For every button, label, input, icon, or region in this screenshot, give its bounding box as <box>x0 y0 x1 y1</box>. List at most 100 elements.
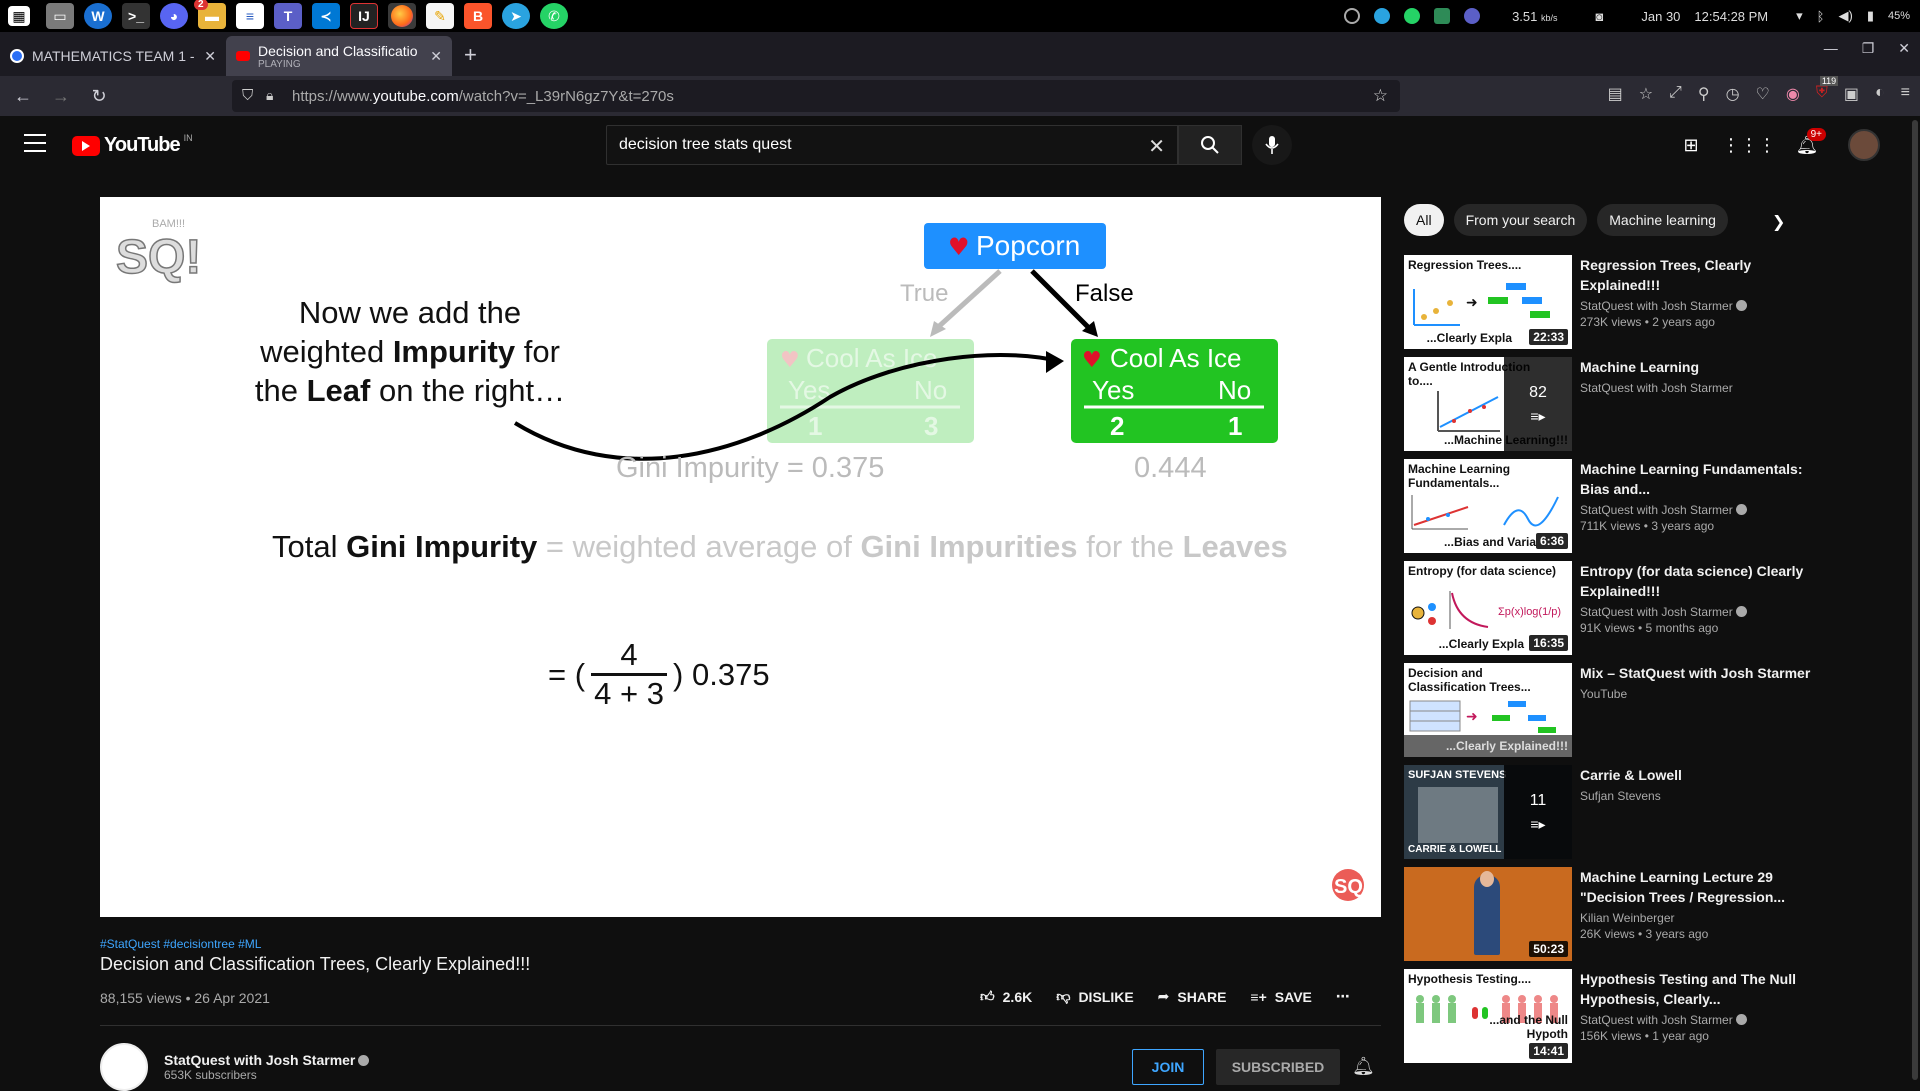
pocket-icon[interactable]: ♡ <box>1756 84 1770 104</box>
battery-icon[interactable]: ▮ <box>1867 8 1874 24</box>
rec-title[interactable]: Carrie & Lowell <box>1580 765 1824 785</box>
list-item[interactable]: Regression Trees.... ➜ ...Clearly Expla … <box>1404 255 1824 349</box>
video-thumbnail[interactable]: Entropy (for data science) Σp(x)log(1/p)… <box>1404 561 1572 655</box>
video-player[interactable]: SQ! BAM!!! Now we add the weighted Impur… <box>100 197 1381 917</box>
document-icon[interactable]: ≡ <box>236 3 264 29</box>
vscode-icon[interactable]: ≺ <box>312 3 340 29</box>
telegram-icon[interactable]: ➤ <box>502 3 530 29</box>
reload-icon[interactable]: ↻ <box>84 86 114 107</box>
url-bar[interactable]: ⛉ 🔒︎ https://www. youtube.com/watch?v=_L3… <box>232 80 1400 112</box>
intellij-icon[interactable]: IJ <box>350 3 378 29</box>
menu-icon[interactable]: ≡ <box>1901 84 1910 104</box>
file-manager-icon[interactable]: ▭ <box>46 3 74 29</box>
channel-bell-icon[interactable]: 🔔︎ <box>1352 1056 1375 1077</box>
playlist-thumbnail[interactable]: A Gentle Introduction to.... ...Machine … <box>1404 357 1572 451</box>
tab-mathematics[interactable]: MATHEMATICS TEAM 1 - ✕ <box>0 36 226 76</box>
firefox-icon[interactable] <box>388 3 416 29</box>
collections-icon[interactable]: ☆ <box>1639 84 1653 104</box>
youtube-logo[interactable]: YouTube IN <box>72 133 193 157</box>
video-thumbnail[interactable]: Hypothesis Testing.... ...and the Null H… <box>1404 969 1572 1063</box>
chip-from-your-search[interactable]: From your search <box>1453 204 1588 236</box>
notifications-bell-icon[interactable]: 🔔︎ 9+ <box>1790 128 1826 162</box>
mix-thumbnail[interactable]: Decision and Classification Trees... ➜ .… <box>1404 663 1572 757</box>
voice-search-button[interactable] <box>1252 125 1292 165</box>
shield-tray-icon[interactable] <box>1434 8 1451 24</box>
close-window-icon[interactable]: ✕ <box>1898 40 1910 57</box>
share-button[interactable]: ➦ SHARE <box>1158 988 1227 1005</box>
rec-title[interactable]: Regression Trees, Clearly Explained!!! <box>1580 255 1824 295</box>
apps-grid-icon[interactable]: ⋮⋮⋮ <box>1722 128 1776 162</box>
shield-icon[interactable]: ⛉ <box>242 87 253 104</box>
clear-search-icon[interactable]: ✕ <box>1148 134 1165 159</box>
tab-youtube[interactable]: Decision and Classificatio PLAYING ✕ <box>226 36 452 76</box>
video-hashtags[interactable]: #StatQuest #decisiontree #ML <box>100 937 261 951</box>
create-video-icon[interactable]: ⊞ <box>1674 128 1708 162</box>
reader-view-icon[interactable]: ▤ <box>1608 84 1623 104</box>
list-item[interactable]: A Gentle Introduction to.... ...Machine … <box>1404 357 1824 451</box>
list-item[interactable]: Decision and Classification Trees... ➜ .… <box>1404 663 1824 757</box>
whatsapp-tray-icon[interactable] <box>1404 8 1421 24</box>
bookmark-star-icon[interactable]: ☆ <box>1373 86 1388 106</box>
channel-avatar[interactable] <box>100 1043 148 1091</box>
teams-tray-icon[interactable] <box>1464 8 1481 24</box>
circle-tray-icon[interactable] <box>1344 8 1361 24</box>
chip-machine-learning[interactable]: Machine learning <box>1597 204 1728 236</box>
dislike-button[interactable]: 👎︎ DISLIKE <box>1056 988 1133 1005</box>
discord-icon[interactable]: ◕ <box>160 3 188 29</box>
list-item[interactable]: Entropy (for data science) Σp(x)log(1/p)… <box>1404 561 1824 655</box>
lock-icon[interactable]: 🔒︎ <box>266 87 273 104</box>
list-item[interactable]: SUFJAN STEVENS CARRIE & LOWELL 11 ≡▸ Carr… <box>1404 765 1824 859</box>
camera-icon[interactable]: ◙ <box>1596 9 1604 24</box>
save-button[interactable]: ≡+ SAVE <box>1250 989 1311 1005</box>
screenshot-icon[interactable]: ▣ <box>1844 84 1859 104</box>
channel-name[interactable]: StatQuest with Josh Starmer <box>164 1052 370 1068</box>
tools-icon[interactable]: ⚲ <box>1698 84 1710 104</box>
restore-icon[interactable]: ❐ <box>1862 40 1875 57</box>
extension-icon[interactable]: ◉ <box>1786 84 1800 104</box>
ublock-icon[interactable]: ⛨ 119 <box>1816 76 1839 104</box>
back-arrow-icon[interactable]: ← <box>8 86 38 107</box>
rec-title[interactable]: Entropy (for data science) Clearly Expla… <box>1580 561 1824 601</box>
chip-all[interactable]: All <box>1404 204 1444 236</box>
search-button[interactable] <box>1178 125 1242 165</box>
tab-close-icon[interactable]: ✕ <box>204 48 216 65</box>
search-input[interactable]: decision tree stats quest ✕ <box>606 125 1178 165</box>
terminal-icon[interactable]: >_ <box>122 3 150 29</box>
rec-title[interactable]: Mix – StatQuest with Josh Starmer <box>1580 663 1824 683</box>
rec-title[interactable]: Hypothesis Testing and The Null Hypothes… <box>1580 969 1824 1009</box>
more-actions-button[interactable]: ⋯ <box>1336 988 1350 1005</box>
extension-2-icon[interactable]: ◐ <box>1875 84 1885 104</box>
notes-icon[interactable]: ✎ <box>426 3 454 29</box>
tab-close-icon[interactable]: ✕ <box>430 48 442 65</box>
bluetooth-icon[interactable]: ᛒ <box>1817 9 1825 24</box>
rec-title[interactable]: Machine Learning Lecture 29 "Decision Tr… <box>1580 867 1824 907</box>
scrollbar-thumb[interactable] <box>1912 120 1918 1080</box>
history-icon[interactable]: ◷ <box>1726 84 1740 104</box>
hamburger-menu-icon[interactable] <box>24 134 46 158</box>
folder-icon[interactable]: ▬ 2 <box>194 0 226 29</box>
chevron-right-icon[interactable]: ❯ <box>1772 212 1785 232</box>
teams-icon[interactable]: T <box>274 3 302 29</box>
rec-title[interactable]: Machine Learning Fundamentals: Bias and.… <box>1580 459 1824 499</box>
list-item[interactable]: Hypothesis Testing.... ...and the Null H… <box>1404 969 1824 1063</box>
wifi-icon[interactable]: ▾ <box>1796 8 1803 24</box>
video-thumbnail[interactable]: Machine Learning Fundamentals... ...Bias… <box>1404 459 1572 553</box>
rec-title[interactable]: Machine Learning <box>1580 357 1824 377</box>
whatsapp-icon[interactable]: ✆ <box>540 3 568 29</box>
telegram-tray-icon[interactable] <box>1374 8 1391 24</box>
album-thumbnail[interactable]: SUFJAN STEVENS CARRIE & LOWELL 11 ≡▸ <box>1404 765 1572 859</box>
brave-icon[interactable]: B <box>464 3 492 29</box>
wps-icon[interactable]: W <box>84 3 112 29</box>
video-thumbnail[interactable]: Regression Trees.... ➜ ...Clearly Expla … <box>1404 255 1572 349</box>
start-menu-icon[interactable]: ▦ <box>8 6 30 26</box>
list-item[interactable]: 50:23 Machine Learning Lecture 29 "Decis… <box>1404 867 1824 961</box>
expand-icon[interactable]: ⤢ <box>1669 84 1682 104</box>
forward-arrow-icon[interactable]: → <box>46 86 76 107</box>
new-tab-button[interactable]: + <box>452 42 489 76</box>
volume-icon[interactable]: ◀) <box>1838 8 1852 24</box>
page-scrollbar[interactable] <box>1910 116 1920 1080</box>
list-item[interactable]: Machine Learning Fundamentals... ...Bias… <box>1404 459 1824 553</box>
like-button[interactable]: 👍︎ 2.6K <box>980 988 1032 1005</box>
lecture-thumbnail[interactable]: 50:23 <box>1404 867 1572 961</box>
minimize-icon[interactable]: — <box>1824 40 1838 57</box>
